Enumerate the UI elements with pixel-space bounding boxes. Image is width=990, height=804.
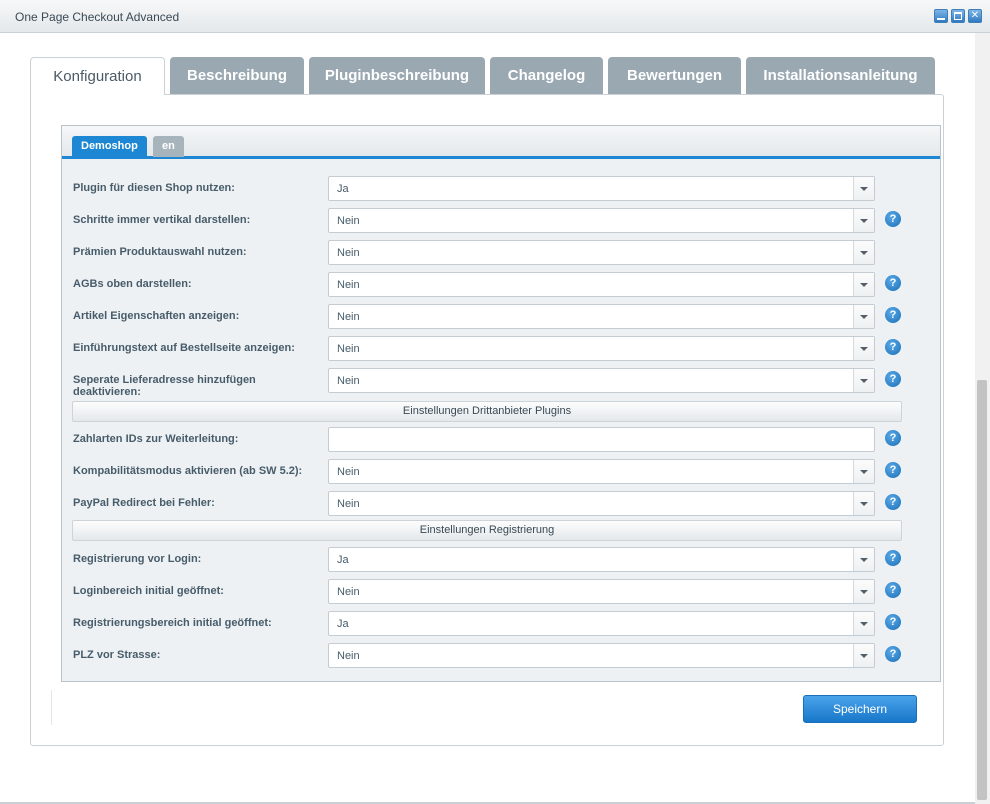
save-button[interactable]: Speichern — [803, 695, 917, 723]
help-icon[interactable]: ? — [885, 494, 901, 510]
window-titlebar: One Page Checkout Advanced ✕ — [0, 0, 990, 33]
section-registration[interactable]: Einstellungen Registrierung — [72, 520, 902, 541]
paypal-redirect-select[interactable]: Nein — [328, 491, 875, 516]
payment-ids-input[interactable] — [328, 427, 875, 452]
tab-installationsanleitung[interactable]: Installationsanleitung — [746, 57, 935, 94]
help-icon[interactable]: ? — [885, 430, 901, 446]
premium-products-select[interactable]: Nein — [328, 240, 875, 265]
field-label: Plugin für diesen Shop nutzen: — [73, 182, 235, 194]
tab-konfiguration[interactable]: Konfiguration — [30, 57, 165, 95]
chevron-down-icon[interactable] — [853, 209, 874, 232]
chevron-down-icon[interactable] — [853, 273, 874, 296]
chevron-down-icon[interactable] — [853, 612, 874, 635]
compatibility-mode-select[interactable]: Nein — [328, 459, 875, 484]
maximize-icon[interactable] — [951, 9, 965, 23]
select-value: Nein — [337, 247, 360, 259]
select-value: Nein — [337, 215, 360, 227]
shop-tab-demoshop[interactable]: Demoshop — [72, 136, 147, 157]
field-label: Loginbereich initial geöffnet: — [73, 585, 224, 597]
help-icon[interactable]: ? — [885, 462, 901, 478]
login-area-open-select[interactable]: Nein — [328, 579, 875, 604]
select-value: Nein — [337, 498, 360, 510]
select-value: Nein — [337, 586, 360, 598]
select-value: Nein — [337, 311, 360, 323]
chevron-down-icon[interactable] — [853, 369, 874, 392]
field-label: Prämien Produktauswahl nutzen: — [73, 246, 247, 258]
section-third-party[interactable]: Einstellungen Drittanbieter Plugins — [72, 401, 902, 422]
chevron-down-icon[interactable] — [853, 177, 874, 200]
help-icon[interactable]: ? — [885, 582, 901, 598]
agb-top-select[interactable]: Nein — [328, 272, 875, 297]
field-label: Kompabilitätsmodus aktivieren (ab SW 5.2… — [73, 465, 303, 477]
zip-before-street-select[interactable]: Nein — [328, 643, 875, 668]
plugin-active-select[interactable]: Ja — [328, 176, 875, 201]
select-value: Nein — [337, 279, 360, 291]
close-icon[interactable]: ✕ — [968, 9, 982, 23]
field-label: PayPal Redirect bei Fehler: — [73, 497, 215, 509]
scrollbar-thumb[interactable] — [977, 380, 987, 800]
field-label: AGBs oben darstellen: — [73, 278, 192, 290]
tab-changelog[interactable]: Changelog — [490, 57, 603, 94]
window-title: One Page Checkout Advanced — [15, 10, 180, 24]
tab-pluginbeschreibung[interactable]: Pluginbeschreibung — [309, 57, 485, 94]
field-label: Registrierungsbereich initial geöffnet: — [73, 617, 272, 629]
field-label: Registrierung vor Login: — [73, 553, 202, 565]
select-value: Nein — [337, 650, 360, 662]
help-icon[interactable]: ? — [885, 211, 901, 227]
help-icon[interactable]: ? — [885, 371, 901, 387]
article-properties-select[interactable]: Nein — [328, 304, 875, 329]
select-value: Nein — [337, 375, 360, 387]
vertical-steps-select[interactable]: Nein — [328, 208, 875, 233]
shop-tab-en[interactable]: en — [153, 136, 184, 157]
field-label: Artikel Eigenschaften anzeigen: — [73, 310, 240, 322]
select-value: Ja — [337, 183, 349, 195]
chevron-down-icon[interactable] — [853, 548, 874, 571]
tab-bewertungen[interactable]: Bewertungen — [608, 57, 741, 94]
field-label: Einführungstext auf Bestellseite anzeige… — [73, 342, 295, 354]
field-label: PLZ vor Strasse: — [73, 649, 161, 661]
field-label: Zahlarten IDs zur Weiterleitung: — [73, 433, 239, 445]
help-icon[interactable]: ? — [885, 646, 901, 662]
help-icon[interactable]: ? — [885, 307, 901, 323]
help-icon[interactable]: ? — [885, 339, 901, 355]
field-label: Seperate Lieferadresse hinzufügen deakti… — [73, 374, 256, 398]
help-icon[interactable]: ? — [885, 550, 901, 566]
select-value: Ja — [337, 554, 349, 566]
intro-text-select[interactable]: Nein — [328, 336, 875, 361]
chevron-down-icon[interactable] — [853, 241, 874, 264]
help-icon[interactable]: ? — [885, 614, 901, 630]
divider — [51, 690, 52, 725]
chevron-down-icon[interactable] — [853, 644, 874, 667]
separate-address-select[interactable]: Nein — [328, 368, 875, 393]
registration-area-open-select[interactable]: Ja — [328, 611, 875, 636]
chevron-down-icon[interactable] — [853, 337, 874, 360]
help-icon[interactable]: ? — [885, 275, 901, 291]
field-label: Schritte immer vertikal darstellen: — [73, 214, 251, 226]
select-value: Nein — [337, 343, 360, 355]
chevron-down-icon[interactable] — [853, 460, 874, 483]
registration-before-login-select[interactable]: Ja — [328, 547, 875, 572]
select-value: Nein — [337, 466, 360, 478]
chevron-down-icon[interactable] — [853, 492, 874, 515]
shop-tabbar — [62, 126, 940, 159]
minimize-icon[interactable] — [934, 9, 948, 23]
tab-beschreibung[interactable]: Beschreibung — [170, 57, 304, 94]
chevron-down-icon[interactable] — [853, 305, 874, 328]
chevron-down-icon[interactable] — [853, 580, 874, 603]
select-value: Ja — [337, 618, 349, 630]
